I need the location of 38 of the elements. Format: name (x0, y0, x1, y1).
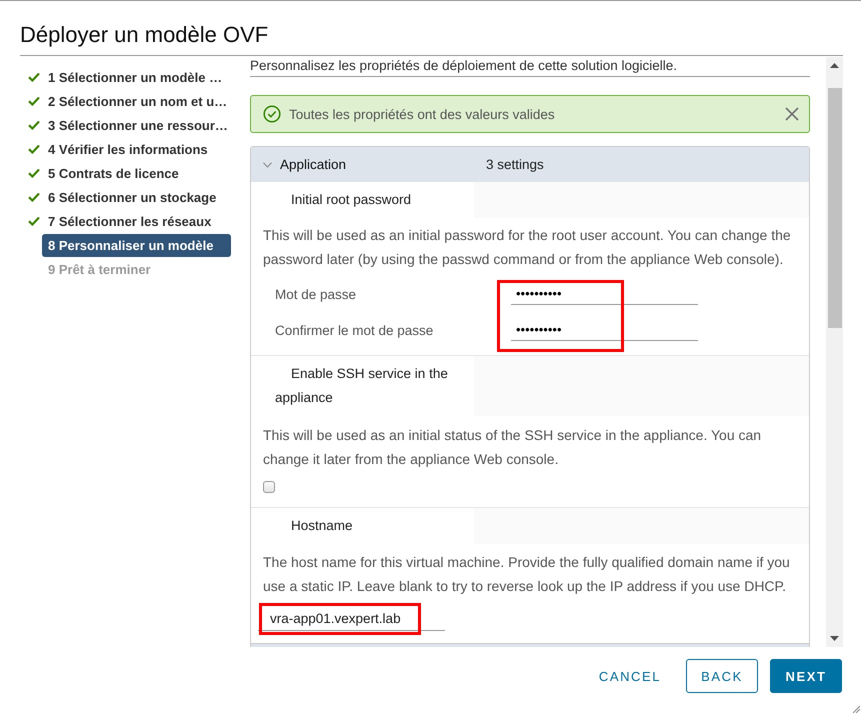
chevron-down-icon (263, 162, 272, 168)
alert-message: Toutes les propriétés ont des valeurs valides (289, 106, 556, 122)
property-title: Enable SSH service in the appliance (274, 365, 449, 407)
intro-text: Personnalisez les propriétés de déploiement de cette solution logicielle. (250, 57, 678, 74)
checkbox[interactable] (263, 481, 275, 493)
wizard-step[interactable]: 8 Personnaliser un modèle (42, 234, 231, 256)
settings-count: 3 settings (486, 157, 544, 172)
primary-button[interactable]: NEXT (770, 659, 842, 693)
dialog-title: Déployer un modèle OVF (20, 22, 268, 48)
scrollbar-thumb[interactable] (828, 88, 842, 328)
wizard-step[interactable]: 1 Sélectionner un modèle … (42, 66, 231, 88)
resize-grip-icon[interactable] (852, 705, 860, 713)
property-description: This will be used as an initial password for the root user account. You can change the password later (by using the passwd command or from the appliance Web console). (262, 226, 792, 269)
close-button[interactable] (783, 105, 801, 123)
flat-button[interactable]: CANCEL (586, 659, 674, 693)
scroll-up-icon[interactable] (830, 63, 839, 68)
check-circle-icon (263, 105, 281, 123)
wizard-step[interactable]: 6 Sélectionner un stockage (42, 186, 231, 208)
property-title: Initial root password (290, 191, 412, 209)
scroll-down-icon[interactable] (830, 636, 839, 641)
section-header[interactable]: Application 3 settings (251, 147, 809, 182)
close-icon (785, 107, 799, 121)
wizard-step[interactable]: 7 Sélectionner les réseaux (42, 210, 231, 232)
property-title: Hostname (290, 517, 354, 535)
password-field[interactable]: •••••••••• (511, 319, 698, 341)
property-description: This will be used as an initial status of the SSH service in the appliance. You can change it later from the appliance Web console. (262, 426, 762, 469)
wizard-step[interactable]: 2 Sélectionner un nom et u… (42, 90, 234, 112)
property-description: The host name for this virtual machine. Provide the fully qualified domain name if you use a static IP. Leave blank to try to reverse look up the IP address if you use DHCP. (262, 553, 791, 596)
outline-button[interactable]: BACK (686, 659, 758, 693)
hostname-field[interactable]: vra-app01.vexpert.lab (258, 606, 445, 631)
section-title: Application (280, 157, 346, 172)
wizard-step[interactable]: 3 Sélectionner une ressour… (42, 114, 234, 136)
field-label: Confirmer le mot de passe (275, 322, 434, 338)
password-field[interactable]: •••••••••• (511, 283, 698, 305)
wizard-step[interactable]: 5 Contrats de licence (42, 162, 231, 184)
wizard-step[interactable]: 4 Vérifier les informations (42, 138, 231, 160)
field-label: Mot de passe (275, 286, 356, 302)
scrollbar[interactable] (826, 57, 843, 647)
